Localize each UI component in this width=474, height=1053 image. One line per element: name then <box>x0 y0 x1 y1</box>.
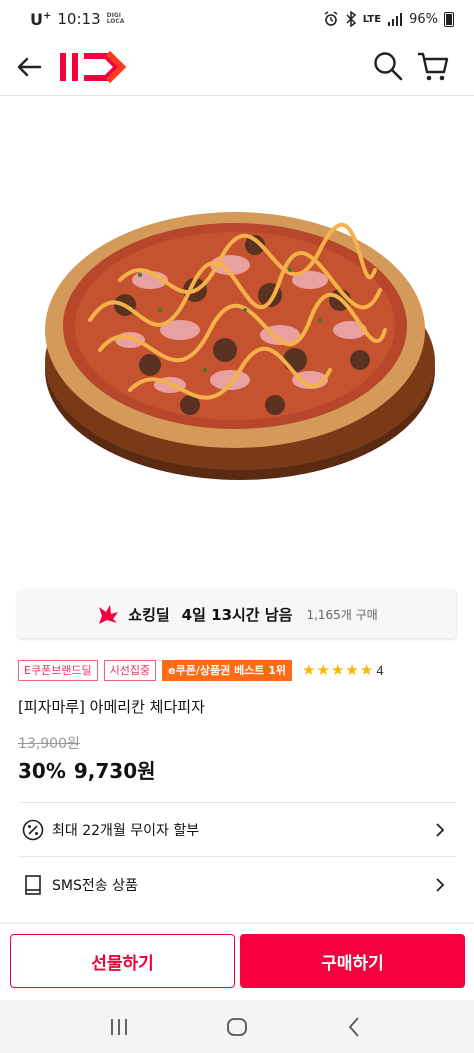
divider <box>18 856 456 857</box>
discount-rate: 30% <box>18 759 66 783</box>
price-row: 30% 9,730원 <box>18 755 156 784</box>
signal-icon <box>388 13 403 26</box>
percent-icon <box>22 819 44 841</box>
installment-label: 최대 22개월 무이자 할부 <box>52 823 200 839</box>
network-type: LTE <box>362 13 382 25</box>
cart-icon[interactable] <box>416 49 450 83</box>
bluetooth-icon <box>346 11 356 27</box>
badge-ecoupon-brand-deal: E쿠폰브랜드딜 <box>18 660 98 681</box>
installment-row[interactable]: 최대 22개월 무이자 할부 <box>18 805 456 855</box>
digital-loca-icon: DIGI LOCA <box>106 12 125 25</box>
deal-timer: 4일 13시간 남음 <box>181 605 293 624</box>
clock: 10:13 <box>57 10 101 28</box>
badge-best-rank[interactable]: e쿠폰/상품권 베스트 1위 <box>162 660 293 681</box>
star-icon: ★ <box>302 661 316 679</box>
back-icon[interactable] <box>343 1015 367 1039</box>
shocking-deal-banner[interactable]: 쇼킹딜 4일 13시간 남음 1,165개 구매 <box>18 590 456 638</box>
sms-product-label: SMS전송 상품 <box>52 878 138 894</box>
gift-button[interactable]: 선물하기 <box>10 934 235 988</box>
divider <box>0 922 474 924</box>
chevron-right-icon <box>436 878 445 892</box>
buy-button[interactable]: 구매하기 <box>240 934 465 988</box>
recent-apps-icon[interactable] <box>107 1015 131 1039</box>
star-icon: ★ <box>359 661 374 679</box>
divider <box>18 802 456 803</box>
purchase-count: 1,165개 구매 <box>306 607 378 622</box>
deal-label: 쇼킹딜 <box>128 605 170 624</box>
original-price: 13,900원 <box>18 736 80 752</box>
sale-price: 9,730원 <box>73 759 156 783</box>
rating-stars[interactable]: ★ ★ ★ ★ ★ 4 <box>302 663 384 678</box>
product-image[interactable] <box>30 170 444 500</box>
battery-icon <box>444 11 454 27</box>
11st-logo[interactable] <box>58 50 126 84</box>
home-icon[interactable] <box>225 1015 249 1039</box>
sms-product-row[interactable]: SMS전송 상품 <box>18 860 456 910</box>
shocking-deal-icon <box>99 605 119 624</box>
product-page: U+ 10:13 DIGI LOCA LTE 96% 쇼킹딜 4일 13시간 남… <box>0 0 474 1053</box>
back-arrow-icon[interactable] <box>14 52 44 82</box>
star-icon: ★ <box>316 661 330 679</box>
product-badges: E쿠폰브랜드딜 시선집중 e쿠폰/상품권 베스트 1위 ★ ★ ★ ★ ★ 4 <box>18 660 384 681</box>
chevron-right-icon <box>436 823 445 837</box>
carrier-label: U+ <box>30 9 52 29</box>
star-icon: ★ <box>345 661 359 679</box>
app-header <box>0 38 474 96</box>
battery-percent: 96% <box>409 11 438 27</box>
document-icon <box>25 875 41 895</box>
review-count: 4 <box>376 663 384 678</box>
alarm-icon <box>324 11 338 26</box>
badge-spotlight: 시선집중 <box>103 660 157 681</box>
star-icon: ★ <box>330 661 345 679</box>
product-title: [피자마루] 아메리칸 체다피자 <box>18 698 205 716</box>
status-bar: U+ 10:13 DIGI LOCA LTE 96% <box>0 0 474 38</box>
search-icon[interactable] <box>372 50 404 82</box>
system-nav-bar <box>0 1000 474 1053</box>
